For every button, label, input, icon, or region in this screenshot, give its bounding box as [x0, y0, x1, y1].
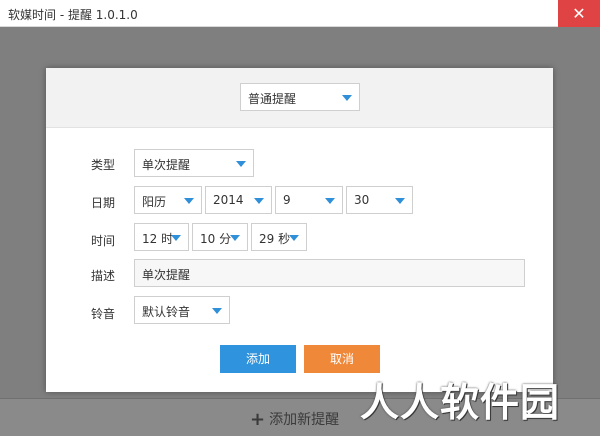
date-label: 日期	[91, 196, 116, 210]
month-select[interactable]: 9	[275, 186, 343, 214]
day-select[interactable]: 30	[346, 186, 413, 214]
chevron-down-icon	[212, 308, 222, 314]
second-value: 29 秒	[259, 232, 291, 246]
add-new-reminder-label: 添加新提醒	[269, 412, 340, 428]
calendar-type-value: 阳历	[142, 195, 167, 209]
hour-select[interactable]: 12 时	[134, 223, 189, 251]
add-button[interactable]: 添加	[220, 345, 296, 373]
window-title: 软媒时间 - 提醒 1.0.1.0	[8, 8, 138, 22]
day-value: 30	[354, 193, 370, 207]
month-value: 9	[283, 193, 291, 207]
close-icon: ✕	[572, 4, 586, 23]
chevron-down-icon	[342, 95, 352, 101]
reminder-mode-select[interactable]: 普通提醒	[240, 83, 360, 111]
chevron-down-icon	[171, 235, 181, 241]
chevron-down-icon	[395, 198, 405, 204]
calendar-type-select[interactable]: 阳历	[134, 186, 202, 214]
minute-value: 10 分	[200, 232, 232, 246]
description-value: 单次提醒	[142, 268, 191, 282]
ringtone-label: 铃音	[91, 307, 116, 321]
reminder-mode-value: 普通提醒	[248, 92, 297, 106]
description-input[interactable]: 单次提醒	[134, 259, 525, 287]
plus-icon: +	[250, 409, 266, 430]
chevron-down-icon	[184, 198, 194, 204]
chevron-down-icon	[254, 198, 264, 204]
time-label: 时间	[91, 234, 116, 248]
close-button[interactable]: ✕	[558, 0, 600, 27]
chevron-down-icon	[230, 235, 240, 241]
type-value: 单次提醒	[142, 158, 191, 172]
second-select[interactable]: 29 秒	[251, 223, 307, 251]
ringtone-value: 默认铃音	[142, 305, 191, 319]
hour-value: 12 时	[142, 232, 174, 246]
type-select[interactable]: 单次提醒	[134, 149, 254, 177]
watermark-logo: 人人软件园	[360, 381, 561, 426]
add-new-reminder-button[interactable]: + 添加新提醒	[250, 409, 339, 430]
year-value: 2014	[213, 193, 244, 207]
description-label: 描述	[91, 269, 116, 283]
chevron-down-icon	[325, 198, 335, 204]
dialog-header: 普通提醒	[46, 68, 553, 128]
reminder-dialog: 普通提醒 类型 单次提醒 日期 阳历 2014 9 30 时间 12 时 10 …	[46, 68, 553, 392]
ringtone-select[interactable]: 默认铃音	[134, 296, 230, 324]
cancel-button[interactable]: 取消	[304, 345, 380, 373]
year-select[interactable]: 2014	[205, 186, 272, 214]
title-bar: 软媒时间 - 提醒 1.0.1.0 ✕	[0, 0, 600, 27]
minute-select[interactable]: 10 分	[192, 223, 248, 251]
type-label: 类型	[91, 158, 116, 172]
chevron-down-icon	[236, 161, 246, 167]
chevron-down-icon	[289, 235, 299, 241]
